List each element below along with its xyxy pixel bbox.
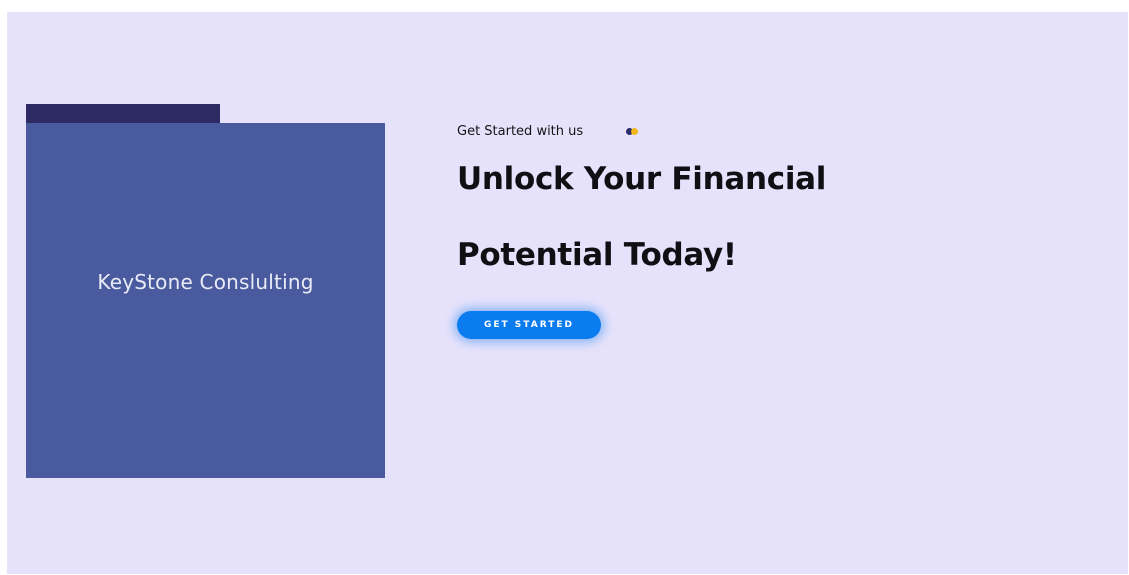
brand-card: KeyStone Conslulting: [26, 123, 385, 478]
headline-line-1: Unlock Your Financial: [457, 161, 827, 197]
page-background: KeyStone Conslulting Get Started with us…: [7, 12, 1128, 574]
headline: Unlock Your Financial Potential Today!: [457, 141, 826, 293]
eyebrow-row: Get Started with us: [457, 120, 826, 142]
eyebrow-text: Get Started with us: [457, 123, 584, 139]
brand-name: KeyStone Conslulting: [97, 270, 314, 294]
get-started-button[interactable]: GET STARTED: [457, 311, 601, 339]
dot-yellow: [631, 128, 639, 135]
brand-card-tab: [26, 104, 220, 125]
hero-content: Get Started with us Unlock Your Financia…: [457, 120, 826, 293]
two-dots-icon: [626, 126, 641, 136]
headline-line-2: Potential Today!: [457, 237, 737, 273]
